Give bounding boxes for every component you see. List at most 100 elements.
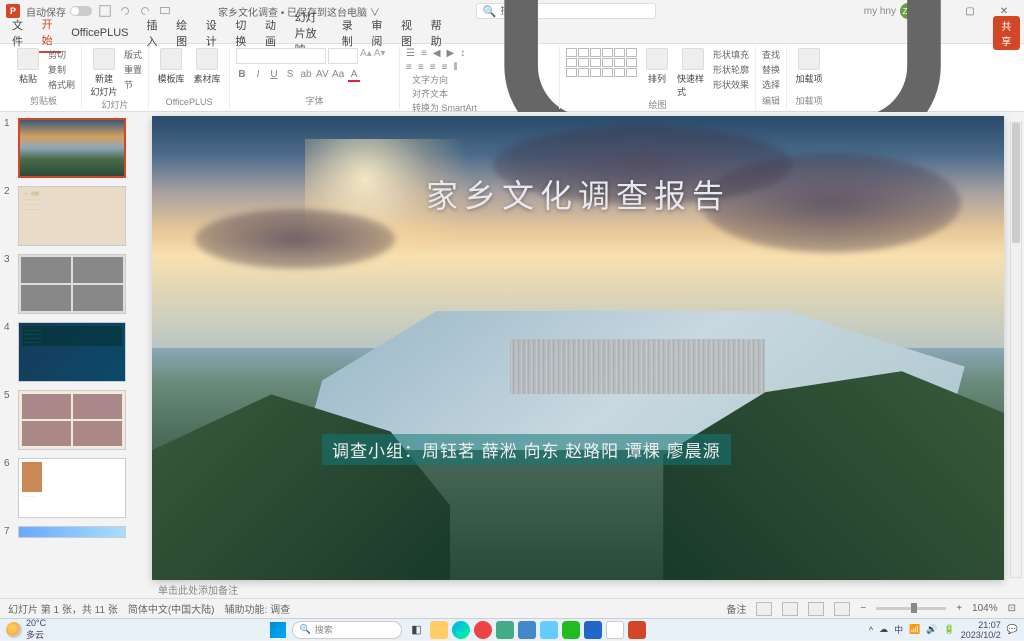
numbering-button[interactable]: ≡ xyxy=(421,48,427,59)
qq-icon[interactable] xyxy=(606,621,624,639)
slide-thumbnail-4[interactable]: ........................................… xyxy=(18,322,126,382)
language-indicator[interactable]: 简体中文(中国大陆) xyxy=(128,601,215,616)
start-slideshow-icon[interactable] xyxy=(158,4,172,18)
task-view-button[interactable]: ◧ xyxy=(406,621,426,639)
bullets-button[interactable]: ☰ xyxy=(406,48,415,59)
app-icon[interactable] xyxy=(540,621,558,639)
share-button[interactable]: 共享 xyxy=(993,16,1020,50)
paste-button[interactable]: 粘贴 xyxy=(12,48,44,85)
underline-button[interactable]: U xyxy=(268,69,280,82)
powerpoint-taskbar-icon[interactable] xyxy=(628,621,646,639)
shape-outline-button[interactable]: 形状轮廓 xyxy=(713,63,749,76)
template-button[interactable]: 模板库 xyxy=(155,48,187,85)
align-text-button[interactable]: 对齐文本 xyxy=(412,87,553,100)
section-button[interactable]: 节 xyxy=(124,78,142,91)
spacing-button[interactable]: AV xyxy=(316,69,328,82)
justify-button[interactable]: ≡ xyxy=(442,62,448,73)
fit-window-button[interactable]: ⊡ xyxy=(1008,603,1016,614)
find-button[interactable]: 查找 xyxy=(762,48,780,61)
slide-thumbnail-1[interactable] xyxy=(18,118,126,178)
decrease-font-icon[interactable]: A▾ xyxy=(374,48,386,64)
addins-button[interactable]: 加载项 xyxy=(793,48,825,85)
layout-button[interactable]: 版式 xyxy=(124,48,142,61)
shape-effects-button[interactable]: 形状效果 xyxy=(713,78,749,91)
zoom-percent[interactable]: 104% xyxy=(972,603,998,614)
edge-icon[interactable] xyxy=(452,621,470,639)
columns-button[interactable]: ⫴ xyxy=(453,62,457,73)
shapes-gallery[interactable] xyxy=(566,48,637,77)
copy-button[interactable]: 复制 xyxy=(48,63,75,76)
app-icon[interactable] xyxy=(496,621,514,639)
slide-title-text[interactable]: 家乡文化调查报告 xyxy=(426,171,730,217)
text-direction-button[interactable]: 文字方向 xyxy=(412,73,553,86)
shadow-button[interactable]: ab xyxy=(300,69,312,82)
app-icon[interactable] xyxy=(474,621,492,639)
strikethrough-button[interactable]: S xyxy=(284,69,296,82)
align-left-button[interactable]: ≡ xyxy=(406,62,412,73)
slide-thumbnail-3[interactable] xyxy=(18,254,126,314)
slideshow-view-button[interactable] xyxy=(834,602,850,616)
reading-view-button[interactable] xyxy=(808,602,824,616)
new-slide-button[interactable]: 新建 幻灯片 xyxy=(88,48,120,98)
shape-fill-button[interactable]: 形状填充 xyxy=(713,48,749,61)
reset-button[interactable]: 重置 xyxy=(124,63,142,76)
tray-chevron-icon[interactable]: ^ xyxy=(869,625,873,635)
battery-icon[interactable]: 🔋 xyxy=(944,624,955,635)
redo-icon[interactable] xyxy=(138,4,152,18)
accessibility-indicator[interactable]: 辅助功能: 调查 xyxy=(225,601,291,616)
slide-thumbnail-2[interactable]: 一、选题....................................… xyxy=(18,186,126,246)
align-right-button[interactable]: ≡ xyxy=(430,62,436,73)
notes-toggle[interactable]: 备注 xyxy=(726,601,746,616)
notifications-icon[interactable]: 💬 xyxy=(1007,624,1018,635)
zoom-out-button[interactable]: − xyxy=(860,603,866,614)
taskbar-search[interactable]: 🔍搜索 xyxy=(292,621,402,639)
select-button[interactable]: 选择 xyxy=(762,78,780,91)
save-icon[interactable] xyxy=(98,4,112,18)
current-slide[interactable]: 家乡文化调查报告 调查小组：周钰茗 薛淞 向东 赵路阳 谭棵 廖晨源 xyxy=(152,116,1004,580)
italic-button[interactable]: I xyxy=(252,69,264,82)
slide-thumbnail-7[interactable] xyxy=(18,526,126,538)
case-button[interactable]: Aa xyxy=(332,69,344,82)
slide-editor: 家乡文化调查报告 调查小组：周钰茗 薛淞 向东 赵路阳 谭棵 廖晨源 单击此处添… xyxy=(140,112,1024,598)
zoom-in-button[interactable]: + xyxy=(956,603,962,614)
thumb-number: 7 xyxy=(4,526,14,538)
ime-indicator[interactable]: 中 xyxy=(894,623,903,636)
quick-styles-button[interactable]: 快速样式 xyxy=(677,48,709,98)
normal-view-button[interactable] xyxy=(756,602,772,616)
indent-dec-button[interactable]: ◀ xyxy=(433,48,441,59)
sorter-view-button[interactable] xyxy=(782,602,798,616)
replace-button[interactable]: 替换 xyxy=(762,63,780,76)
vertical-scrollbar[interactable] xyxy=(1010,122,1022,578)
cut-button[interactable]: 剪切 xyxy=(48,48,75,61)
font-color-button[interactable]: A xyxy=(348,69,360,82)
system-tray[interactable]: ^ ☁ 中 📶 🔊 🔋 21:07 2023/10/2 💬 xyxy=(869,620,1018,640)
font-size-select[interactable] xyxy=(328,48,358,64)
onedrive-icon[interactable]: ☁ xyxy=(879,624,888,635)
wechat-icon[interactable] xyxy=(562,621,580,639)
format-painter-button[interactable]: 格式刷 xyxy=(48,78,75,91)
align-center-button[interactable]: ≡ xyxy=(418,62,424,73)
explorer-icon[interactable] xyxy=(430,621,448,639)
slide-thumbnail-5[interactable] xyxy=(18,390,126,450)
slide-subtitle-text[interactable]: 调查小组：周钰茗 薛淞 向东 赵路阳 谭棵 廖晨源 xyxy=(322,434,731,465)
line-spacing-button[interactable]: ↕ xyxy=(460,48,465,59)
slide-thumbnail-6[interactable]: .................. xyxy=(18,458,126,518)
font-family-select[interactable] xyxy=(236,48,326,64)
slide-thumbnails-panel[interactable]: 1 2一、选题.................................… xyxy=(0,112,140,598)
tab-officeplus[interactable]: OfficePLUS xyxy=(63,24,136,42)
app-icon[interactable] xyxy=(584,621,602,639)
arrange-button[interactable]: 排列 xyxy=(641,48,673,85)
notes-placeholder[interactable]: 单击此处添加备注 xyxy=(152,580,1004,596)
volume-icon[interactable]: 🔊 xyxy=(926,624,937,635)
wifi-icon[interactable]: 📶 xyxy=(909,624,920,635)
material-button[interactable]: 素材库 xyxy=(191,48,223,85)
bold-button[interactable]: B xyxy=(236,69,248,82)
undo-icon[interactable] xyxy=(118,4,132,18)
temperature: 20°C xyxy=(26,618,46,628)
app-icon[interactable] xyxy=(518,621,536,639)
weather-widget[interactable]: 20°C 多云 xyxy=(6,618,46,641)
increase-font-icon[interactable]: A▴ xyxy=(360,48,372,64)
start-button[interactable] xyxy=(268,621,288,639)
indent-inc-button[interactable]: ▶ xyxy=(447,48,455,59)
zoom-slider[interactable] xyxy=(876,607,946,610)
